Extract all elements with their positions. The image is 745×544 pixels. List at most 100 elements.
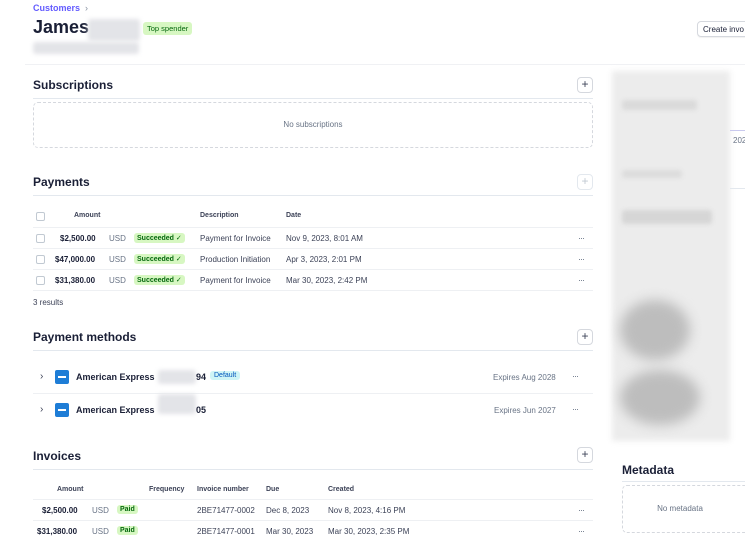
payment-currency: USD	[109, 234, 126, 243]
row-divider	[33, 269, 593, 270]
breadcrumb-separator: ›	[85, 3, 89, 13]
row-divider	[33, 227, 593, 228]
invoice-amount: $31,380.00	[37, 527, 78, 536]
row-divider	[33, 393, 593, 394]
redacted-card-number	[158, 394, 196, 414]
payments-amount-header: Amount	[74, 212, 101, 219]
payment-more-button[interactable]: ···	[578, 233, 585, 243]
payments-results-count: 3 results	[33, 298, 64, 307]
redacted-card-number	[158, 370, 196, 384]
row-divider	[33, 499, 593, 500]
metadata-title: Metadata	[622, 463, 675, 477]
card-brand: American Express	[76, 405, 155, 415]
invoices-number-header: Invoice number	[197, 486, 249, 493]
payments-date-header: Date	[286, 212, 302, 219]
header-divider	[25, 64, 745, 65]
invoices-created-header: Created	[328, 486, 355, 493]
payment-more-button[interactable]: ···	[578, 275, 585, 285]
invoice-due: Dec 8, 2023	[266, 506, 310, 515]
paid-badge: Paid	[117, 505, 138, 514]
payment-methods-title: Payment methods	[33, 330, 137, 344]
card-more-button[interactable]: ···	[572, 404, 579, 414]
expand-chevron-icon[interactable]: ›	[40, 404, 43, 415]
payment-amount: $47,000.00	[55, 255, 96, 264]
payment-description: Payment for Invoice	[200, 276, 271, 285]
redacted-surname	[88, 19, 140, 41]
payments-description-header: Description	[200, 212, 239, 219]
invoice-number[interactable]: 2BE71477-0001	[197, 527, 255, 536]
payments-divider	[33, 195, 593, 196]
select-all-checkbox[interactable]	[36, 212, 45, 221]
invoice-more-button[interactable]: ···	[578, 526, 585, 536]
redacted-detail-line	[622, 210, 712, 224]
redacted-detail-blob	[620, 370, 700, 425]
customer-name: James	[33, 17, 90, 37]
payment-date: Mar 30, 2023, 2:42 PM	[286, 276, 368, 285]
invoices-divider	[33, 469, 593, 470]
invoice-due: Mar 30, 2023	[266, 527, 314, 536]
invoices-frequency-header: Frequency	[149, 486, 185, 493]
breadcrumb-customers-link[interactable]: Customers	[33, 3, 80, 13]
invoices-title: Invoices	[33, 449, 82, 463]
paid-badge: Paid	[117, 526, 138, 535]
invoice-currency: USD	[92, 506, 109, 515]
add-payment-method-button[interactable]: +	[577, 329, 593, 345]
redacted-detail-line	[622, 170, 682, 178]
card-last-digits: 94	[196, 372, 207, 382]
payment-row-checkbox[interactable]	[36, 234, 45, 243]
side-tab-indicator	[730, 130, 745, 131]
invoice-number[interactable]: 2BE71477-0002	[197, 506, 255, 515]
invoices-amount-header: Amount	[57, 486, 84, 493]
row-divider	[33, 290, 593, 291]
card-brand: American Express	[76, 372, 155, 382]
side-divider	[730, 188, 745, 189]
invoices-due-header: Due	[266, 486, 280, 493]
card-expiry: Expires Jun 2027	[494, 406, 556, 415]
payment-description: Production Initiation	[200, 255, 271, 264]
payments-title: Payments	[33, 175, 90, 189]
add-subscription-button[interactable]: +	[577, 77, 593, 93]
invoice-created: Mar 30, 2023, 2:35 PM	[328, 527, 410, 536]
no-metadata-text: No metadata	[657, 504, 703, 513]
succeeded-badge: Succeeded ✓	[134, 275, 185, 285]
add-payment-button[interactable]: +	[577, 174, 593, 190]
row-divider	[33, 520, 593, 521]
expand-chevron-icon[interactable]: ›	[40, 371, 43, 382]
payment-date: Apr 3, 2023, 2:01 PM	[286, 255, 362, 264]
payment-amount: $31,380.00	[55, 276, 96, 285]
invoice-currency: USD	[92, 527, 109, 536]
side-panel-fragment: 202	[733, 136, 745, 145]
subscriptions-title: Subscriptions	[33, 78, 114, 92]
card-more-button[interactable]: ···	[572, 371, 579, 381]
invoice-created: Nov 8, 2023, 4:16 PM	[328, 506, 406, 515]
top-spender-badge: Top spender	[143, 22, 193, 35]
payment-description: Payment for Invoice	[200, 234, 271, 243]
subscriptions-divider	[33, 98, 593, 99]
succeeded-badge: Succeeded ✓	[134, 233, 185, 243]
invoice-more-button[interactable]: ···	[578, 505, 585, 515]
create-invoice-button[interactable]: Create invo	[697, 21, 745, 37]
invoice-amount: $2,500.00	[42, 506, 78, 515]
payment-row-checkbox[interactable]	[36, 255, 45, 264]
payment-row-checkbox[interactable]	[36, 276, 45, 285]
default-badge: Default	[210, 371, 241, 380]
payment-date: Nov 9, 2023, 8:01 AM	[286, 234, 363, 243]
metadata-empty-state: No metadata	[622, 485, 745, 533]
subscriptions-empty-state: No subscriptions	[33, 102, 593, 148]
redacted-detail-blob	[620, 300, 690, 360]
add-invoice-button[interactable]: +	[577, 447, 593, 463]
card-last-digits: 05	[196, 405, 207, 415]
redacted-email	[33, 42, 139, 54]
payment-amount: $2,500.00	[60, 234, 96, 243]
payment-methods-divider	[33, 350, 593, 351]
payment-more-button[interactable]: ···	[578, 254, 585, 264]
succeeded-badge: Succeeded ✓	[134, 254, 185, 264]
row-divider	[33, 248, 593, 249]
breadcrumb[interactable]: Customers ›	[33, 3, 88, 13]
metadata-divider	[622, 481, 745, 482]
amex-card-icon	[55, 370, 69, 384]
card-expiry: Expires Aug 2028	[493, 373, 556, 382]
amex-card-icon	[55, 403, 69, 417]
no-subscriptions-text: No subscriptions	[283, 120, 343, 129]
payment-currency: USD	[109, 276, 126, 285]
